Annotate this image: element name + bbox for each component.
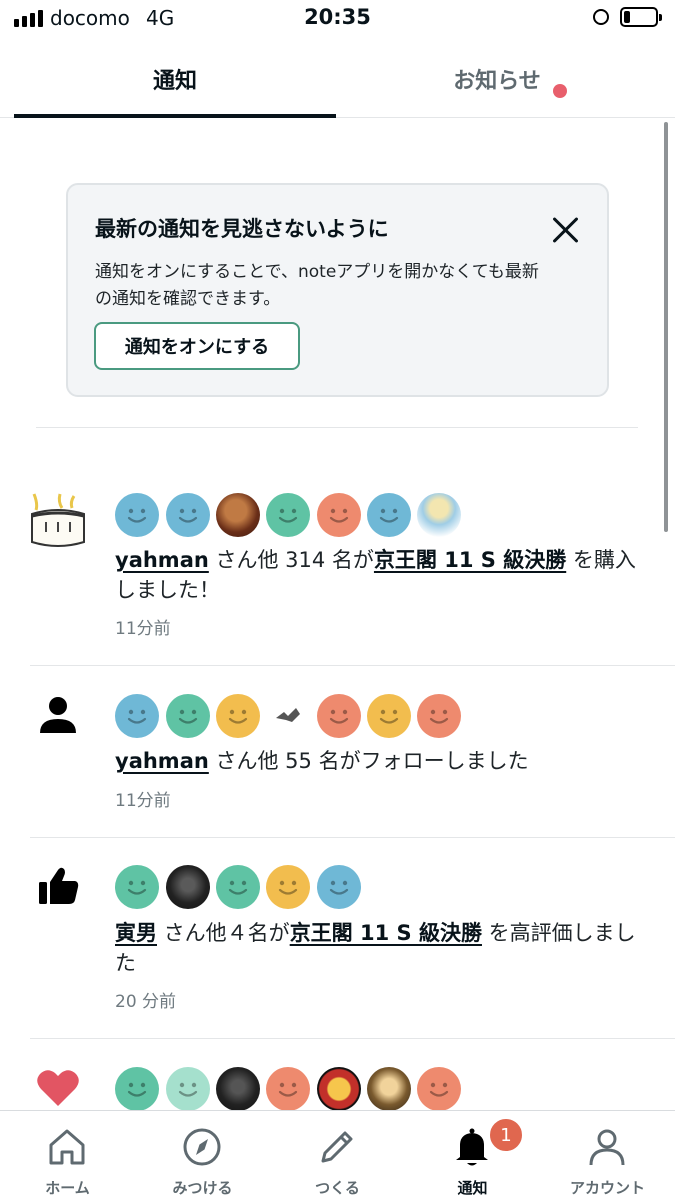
article-link[interactable]: 京王閣 11 S 級決勝 [374,548,566,572]
close-icon[interactable] [548,213,582,247]
home-icon [45,1125,89,1169]
article-link[interactable]: 京王閣 11 S 級決勝 [290,921,482,945]
nav-label: みつける [172,1179,233,1197]
text-middle: さん他 314 名が [208,548,374,572]
divider [30,837,675,838]
nav-account[interactable]: アカウント [540,1111,675,1201]
user-link[interactable]: yahman [115,548,209,572]
avatar[interactable] [115,493,159,537]
status-bar: docomo 4G 20:35 [0,0,675,40]
compass-icon [180,1125,224,1169]
tab-label: 通知 [152,68,197,94]
text-middle: さん他４名が [157,921,290,945]
timestamp: 11分前 [115,619,171,639]
notification-text: yahman さん他 55 名がフォローしました [115,746,645,776]
enable-notifications-button[interactable]: 通知をオンにする [94,322,300,370]
avatar[interactable] [216,694,260,738]
avatar[interactable] [417,1067,461,1111]
nav-label: 通知 [457,1179,488,1197]
divider [30,1038,675,1039]
avatar[interactable] [266,694,310,738]
avatar[interactable] [115,694,159,738]
avatar[interactable] [266,865,310,909]
timestamp: 20 分前 [115,992,177,1012]
avatar[interactable] [317,1067,361,1111]
notification-badge: 1 [488,1117,524,1153]
tab-label: お知らせ [453,68,541,94]
avatar[interactable] [367,694,411,738]
card-title: 最新の通知を見逃さないように [95,217,389,241]
avatar[interactable] [417,493,461,537]
timestamp: 11分前 [115,791,171,811]
bottom-nav: ホーム みつける つくる 通知 1 アカウント [0,1110,675,1201]
avatar[interactable] [166,493,210,537]
tab-bar: 通知 お知らせ [0,40,675,118]
avatar[interactable] [216,1067,260,1111]
notification-text: 寅男 さん他４名が京王閣 11 S 級決勝 を高評価しました [115,918,645,978]
tab-announcements[interactable]: お知らせ [336,40,658,117]
avatar[interactable] [115,865,159,909]
nav-explore[interactable]: みつける [135,1111,270,1201]
heart-icon [36,1068,80,1108]
status-time: 20:35 [304,5,371,29]
avatar[interactable] [166,1067,210,1111]
text-middle: さん他 55 名がフォローしました [208,749,529,773]
avatar[interactable] [216,493,260,537]
notification-text: yahman さん他 314 名が京王閣 11 S 級決勝 を購入しました！ [115,545,645,605]
avatar[interactable] [166,865,210,909]
avatar[interactable] [317,865,361,909]
notification-permission-card: 最新の通知を見逃さないように 通知をオンにすることで、noteアプリを開かなくて… [66,183,609,397]
unread-dot [553,84,567,98]
avatar[interactable] [115,1067,159,1111]
nav-create[interactable]: つくる [270,1111,405,1201]
tab-notifications[interactable]: 通知 [14,40,336,118]
avatar[interactable] [417,694,461,738]
divider [36,427,638,428]
rotation-lock-icon [593,9,609,25]
article-thumbnail [30,492,86,552]
active-tab-indicator [14,114,336,118]
pencil-icon [315,1125,359,1169]
user-link[interactable]: yahman [115,749,209,773]
avatar[interactable] [367,493,411,537]
avatar[interactable] [166,694,210,738]
divider [30,665,675,666]
avatar[interactable] [367,1067,411,1111]
nav-home[interactable]: ホーム [0,1111,135,1201]
thumbs-up-icon [38,866,80,906]
nav-label: アカウント [569,1179,645,1197]
avatar[interactable] [317,493,361,537]
person-icon [38,695,78,735]
avatar[interactable] [216,865,260,909]
avatar[interactable] [317,694,361,738]
avatar[interactable] [266,1067,310,1111]
nav-label: つくる [315,1179,360,1197]
avatar[interactable] [266,493,310,537]
account-icon [585,1125,629,1169]
card-body: 通知をオンにすることで、noteアプリを開かなくても最新の通知を確認できます。 [95,262,539,309]
nav-label: ホーム [45,1179,90,1197]
scrollbar[interactable] [664,122,668,532]
battery-icon [620,7,662,27]
user-link[interactable]: 寅男 [115,921,157,945]
